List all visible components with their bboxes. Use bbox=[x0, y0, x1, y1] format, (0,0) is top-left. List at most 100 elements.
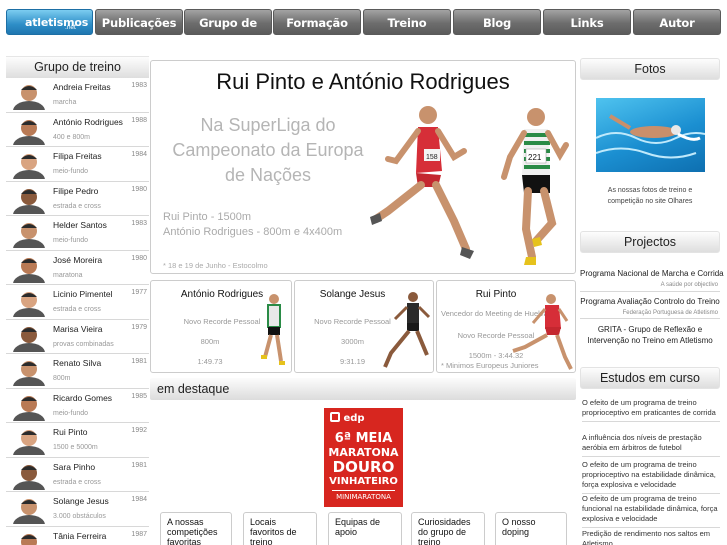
athlete-photo bbox=[8, 392, 50, 432]
person-row[interactable]: Helder Santos 1983 meio-fundo bbox=[6, 216, 149, 259]
nav-publicacoes[interactable]: Publicações bbox=[95, 9, 183, 35]
nav-grupo-de-treino[interactable]: Grupo de treino bbox=[184, 9, 272, 56]
banner-event-1: Rui Pinto - 1500m bbox=[163, 211, 252, 223]
athlete-event: meio-fundo bbox=[53, 409, 89, 417]
divider bbox=[580, 291, 720, 292]
person-row[interactable]: Tânia Ferreira 1987 bbox=[6, 527, 149, 545]
athlete-name: Filipa Freitas bbox=[53, 151, 102, 161]
athlete-photo bbox=[8, 116, 50, 156]
person-row[interactable]: Filipe Pedro 1980 estrada e cross bbox=[6, 182, 149, 225]
athlete-name: José Moreira bbox=[53, 254, 103, 265]
runner-bib-1: 158 bbox=[426, 154, 438, 161]
featured-banner[interactable]: Rui Pinto e António Rodrigues Na SuperLi… bbox=[150, 60, 576, 274]
athlete-name: António Rodrigues bbox=[53, 116, 123, 127]
swimmer-illustration bbox=[596, 114, 705, 159]
project-subtitle: Federação Portuguesa de Atletismo bbox=[622, 310, 718, 316]
athlete-event: meio-fundo bbox=[53, 168, 89, 175]
athlete-name: Filipe Pedro bbox=[53, 185, 99, 196]
banner-date: * 18 e 19 de Junho - Estocolmo bbox=[163, 261, 268, 270]
athlete-photo bbox=[8, 219, 50, 259]
athlete-photo bbox=[8, 323, 50, 363]
athlete-card-antonio[interactable]: António Rodrigues Novo Recorde Pessoal 8… bbox=[150, 280, 292, 373]
athlete-photo bbox=[8, 461, 50, 501]
tile-curiosidades[interactable]: Curiosidades do grupo de treino bbox=[411, 512, 485, 545]
tile-doping[interactable]: O nosso doping bbox=[495, 512, 567, 545]
athlete-name: Andreia Freitas bbox=[53, 82, 111, 92]
edp-icon bbox=[330, 412, 340, 422]
person-row[interactable]: Sara Pinho 1981 estrada e cross bbox=[6, 458, 149, 501]
runner-thumbnail bbox=[512, 294, 573, 370]
study-link[interactable]: O efeito de um programa de treino funcio… bbox=[582, 494, 720, 528]
athlete-birth-year: 1981 bbox=[131, 358, 147, 365]
nav-treino[interactable]: Treino bbox=[363, 9, 451, 35]
nav-autor[interactable]: Autor bbox=[633, 9, 721, 35]
person-row[interactable]: Renato Silva 1981 800m bbox=[6, 354, 149, 397]
project-link[interactable]: Intervenção no Treino em Atletismo bbox=[580, 336, 720, 345]
athlete-event: maratona bbox=[53, 271, 83, 279]
project-subtitle: A saúde por objectivo bbox=[660, 282, 718, 288]
project-link[interactable]: Programa Avaliação Controlo do Treino bbox=[580, 297, 720, 306]
card-line: 800m bbox=[200, 337, 220, 346]
person-row[interactable]: Licinio Pimentel 1977 estrada e cross bbox=[6, 285, 149, 328]
athlete-event: estrada e cross bbox=[53, 202, 101, 210]
edp-half-marathon-banner[interactable]: edp 6ª MEIA MARATONA DOURO VINHATEIRO MI… bbox=[324, 408, 403, 507]
person-row[interactable]: Marisa Vieira 1979 provas combinadas bbox=[6, 320, 149, 363]
project-link[interactable]: GRITA - Grupo de Reflexão e bbox=[580, 325, 720, 334]
tile-competicoes[interactable]: A nossas competições favoritas bbox=[160, 512, 232, 545]
athlete-photo bbox=[8, 495, 50, 535]
divider bbox=[580, 318, 720, 319]
study-link[interactable]: O efeito de um programa de treino propri… bbox=[582, 460, 720, 494]
site-logo[interactable]: atletismos .net bbox=[6, 9, 93, 35]
edp-brand: edp bbox=[343, 413, 365, 424]
swimming-photo[interactable] bbox=[596, 98, 705, 172]
athlete-birth-year: 1979 bbox=[131, 323, 147, 331]
athlete-card-rui[interactable]: Rui Pinto Vencedor do Meeting de Huelva … bbox=[436, 280, 576, 373]
athlete-birth-year: 1984 bbox=[131, 151, 147, 158]
project-link[interactable]: Programa Nacional de Marcha e Corrida bbox=[580, 269, 724, 278]
study-link[interactable]: O efeito de um programa de treino propri… bbox=[582, 398, 720, 422]
training-group-title: Grupo de treino bbox=[6, 56, 149, 78]
athlete-event: 3.000 obstáculos bbox=[53, 513, 106, 520]
athlete-birth-year: 1980 bbox=[131, 254, 147, 262]
person-row[interactable]: Rui Pinto 1992 1500 e 5000m bbox=[6, 423, 149, 466]
runner-thumbnail bbox=[383, 292, 431, 368]
athlete-birth-year: 1983 bbox=[131, 82, 147, 89]
study-link[interactable]: Predição de rendimento nos saltos em Atl… bbox=[582, 529, 720, 545]
fotos-title: Fotos bbox=[580, 58, 720, 80]
athlete-event: 400 e 800m bbox=[53, 133, 90, 141]
person-row[interactable]: António Rodrigues 1988 400 e 800m bbox=[6, 113, 149, 156]
projectos-title: Projectos bbox=[580, 231, 720, 253]
athlete-event: estrada e cross bbox=[53, 478, 101, 486]
person-row[interactable]: Solange Jesus 1984 3.000 obstáculos bbox=[6, 492, 149, 535]
banner-title: Rui Pinto e António Rodrigues bbox=[216, 69, 510, 94]
people-list: Andreia Freitas 1983 marcha António Rodrigu… bbox=[6, 78, 149, 545]
banner-subtitle: Na SuperLiga do Campeonato da Europa de … bbox=[163, 113, 373, 188]
nav-formacao[interactable]: Formação bbox=[273, 9, 361, 35]
banner-subtitle-line: Na SuperLiga do bbox=[200, 115, 336, 135]
athlete-event: provas combinadas bbox=[53, 340, 114, 348]
athlete-birth-year: 1987 bbox=[131, 530, 147, 538]
athlete-photo bbox=[8, 150, 50, 190]
banner-subtitle-line: Campeonato da Europa bbox=[172, 140, 364, 160]
athlete-name: Sara Pinho bbox=[53, 461, 96, 472]
athlete-event: marcha bbox=[53, 99, 77, 106]
athlete-name: Tânia Ferreira bbox=[53, 530, 107, 541]
promo-line: DOURO bbox=[332, 458, 395, 476]
fotos-caption-line[interactable]: competição no site Olhares bbox=[580, 198, 720, 205]
tile-equipas-apoio[interactable]: Equipas de apoio bbox=[328, 512, 402, 545]
nav-blog[interactable]: Blog bbox=[453, 9, 541, 35]
top-navigation: atletismos .net Publicações Grupo de tre… bbox=[0, 0, 727, 56]
nav-links[interactable]: Links bbox=[543, 9, 631, 35]
edp-logo: edp bbox=[324, 408, 403, 424]
person-row[interactable]: Filipa Freitas 1984 meio-fundo bbox=[6, 147, 149, 190]
person-row[interactable]: Ricardo Gomes 1985 meio-fundo bbox=[6, 389, 149, 432]
athlete-photo bbox=[8, 254, 50, 294]
study-link[interactable]: A influência dos níveis de prestação aer… bbox=[582, 433, 720, 457]
tile-locais-treino[interactable]: Locais favoritos de treino bbox=[243, 512, 317, 545]
athlete-card-solange[interactable]: Solange Jesus Novo Recorde Pessoal 3000m… bbox=[294, 280, 434, 373]
estudos-title: Estudos em curso bbox=[580, 367, 720, 389]
person-row[interactable]: Andreia Freitas 1983 marcha bbox=[6, 78, 149, 121]
person-row[interactable]: José Moreira 1980 maratona bbox=[6, 251, 149, 294]
athlete-photo bbox=[8, 357, 50, 397]
logo-text: atletismos bbox=[25, 16, 89, 29]
